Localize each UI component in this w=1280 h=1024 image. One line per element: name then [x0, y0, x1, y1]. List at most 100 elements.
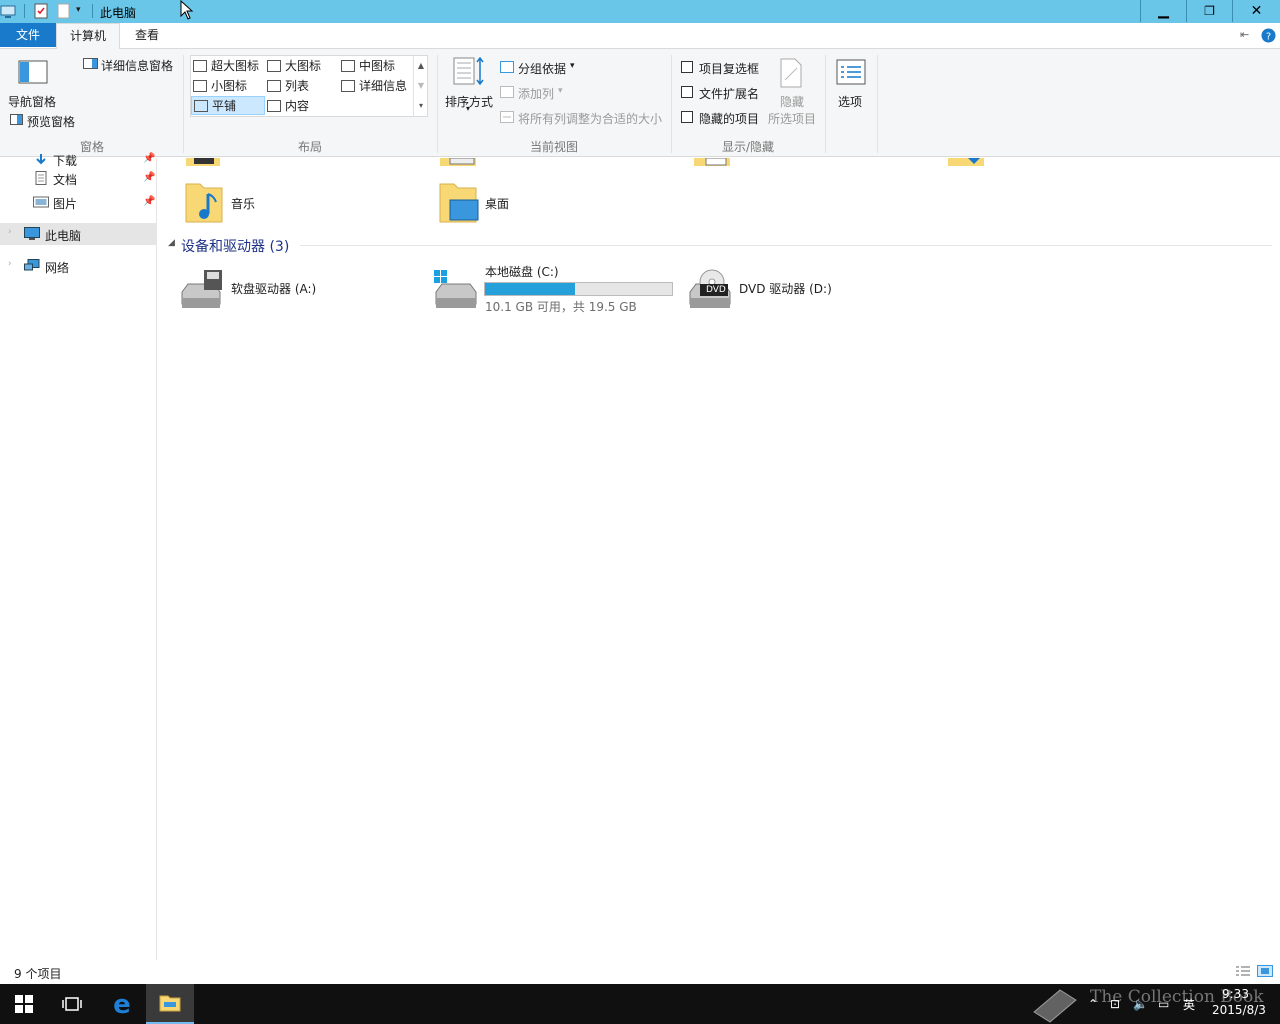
windows-logo-icon	[15, 995, 33, 1013]
ribbon-tabs: 文件 计算机 查看 ⇤ ?	[0, 23, 1280, 49]
layout-label: 详细信息	[359, 79, 408, 93]
computer-icon[interactable]	[0, 3, 16, 19]
start-button[interactable]	[0, 984, 48, 1024]
title-bar: ▾ 此电脑 ▁ ❐ ✕	[0, 0, 1280, 23]
properties-icon[interactable]	[33, 3, 49, 19]
floppy-drive-icon[interactable]	[178, 268, 224, 312]
hidden-items-label[interactable]: 隐藏的项目	[699, 110, 759, 127]
divider	[877, 55, 878, 153]
volume-icon[interactable]: 🔈	[1133, 984, 1148, 1024]
details-pane-icon	[83, 58, 98, 69]
task-view-button[interactable]	[48, 984, 96, 1024]
item-count: 9 个项目	[14, 967, 62, 981]
navigation-pane-button[interactable]: 导航窗格	[8, 93, 56, 110]
tab-file[interactable]: 文件	[0, 23, 56, 47]
scroll-up-icon[interactable]: ▲	[414, 56, 428, 76]
pictures-folder-icon[interactable]	[440, 158, 480, 168]
drive-usage-fill	[485, 283, 575, 295]
group-header-devices[interactable]: 设备和驱动器 (3)	[181, 236, 289, 256]
scroll-down-icon[interactable]: ▼	[414, 76, 428, 96]
layout-large-icons[interactable]: 大图标	[267, 56, 321, 75]
nav-item-network[interactable]: › 网络	[0, 255, 156, 277]
drive-label[interactable]: 本地磁盘 (C:)	[485, 263, 559, 280]
nav-item-this-pc[interactable]: › 此电脑	[0, 223, 156, 245]
pin-icon[interactable]: 📌	[143, 172, 155, 183]
window-title: 此电脑	[100, 6, 137, 20]
drive-label[interactable]: 软盘驱动器 (A:)	[231, 280, 316, 297]
hide-selected-button[interactable]: 隐藏	[780, 93, 804, 110]
pin-ribbon-icon[interactable]: ⇤	[1240, 28, 1249, 41]
layout-gallery: 超大图标 大图标 中图标 小图标 列表 详细信息 平铺 内容 ▲ ▼ ▾	[190, 55, 428, 117]
preview-pane-button[interactable]: 预览窗格	[27, 113, 75, 130]
expand-icon[interactable]: ›	[8, 227, 12, 237]
close-icon: ✕	[1250, 3, 1263, 19]
layout-content[interactable]: 内容	[267, 96, 309, 115]
documents-folder-icon[interactable]	[694, 158, 734, 168]
tab-view[interactable]: 查看	[121, 23, 173, 47]
hidden-items-checkbox[interactable]	[681, 111, 693, 123]
close-button[interactable]: ✕	[1233, 0, 1280, 22]
divider	[671, 55, 672, 153]
divider	[183, 55, 184, 153]
tab-computer[interactable]: 计算机	[56, 23, 120, 49]
item-checkboxes-label[interactable]: 项目复选框	[699, 60, 759, 77]
layout-list[interactable]: 列表	[267, 76, 309, 95]
minimize-button[interactable]: ▁	[1141, 0, 1186, 22]
file-extensions-checkbox[interactable]	[681, 86, 693, 98]
nav-item-documents[interactable]: 文档 📌	[0, 167, 156, 189]
clock-date[interactable]: 2015/8/3	[1212, 1003, 1266, 1017]
new-folder-icon[interactable]	[56, 3, 72, 19]
add-columns-button[interactable]: 添加列	[518, 85, 554, 102]
drive-free-space: 10.1 GB 可用，共 19.5 GB	[485, 300, 637, 314]
document-icon	[35, 171, 47, 185]
expand-icon[interactable]: ›	[8, 259, 12, 269]
local-disk-icon[interactable]	[432, 268, 480, 312]
videos-folder-icon[interactable]	[184, 158, 224, 168]
pin-icon[interactable]: 📌	[143, 153, 155, 164]
restore-button[interactable]: ❐	[1187, 0, 1232, 22]
layout-tiles[interactable]: 平铺	[191, 96, 265, 115]
help-icon[interactable]: ?	[1261, 28, 1276, 43]
file-extensions-label[interactable]: 文件扩展名	[699, 85, 759, 102]
group-label-layout: 布局	[297, 140, 322, 154]
size-columns-button[interactable]: 将所有列调整为合适的大小	[518, 110, 662, 127]
folder-label[interactable]: 桌面	[485, 195, 509, 212]
network-tray-icon[interactable]: ⊡	[1110, 984, 1120, 1024]
customize-qat-icon[interactable]: ▾	[76, 5, 81, 15]
gallery-more-icon[interactable]: ▾	[414, 96, 428, 116]
file-explorer-button[interactable]	[146, 984, 194, 1024]
options-button[interactable]: 选项	[838, 93, 862, 110]
divider	[92, 4, 93, 18]
drive-label[interactable]: DVD 驱动器 (D:)	[739, 280, 832, 297]
sort-by-icon	[453, 57, 484, 86]
ime-indicator[interactable]: 英	[1183, 984, 1195, 1024]
layout-medium-icons[interactable]: 中图标	[341, 56, 395, 75]
item-checkboxes-checkbox[interactable]	[681, 61, 693, 73]
layout-label: 列表	[285, 79, 310, 93]
divider	[300, 245, 1272, 246]
layout-label: 小图标	[211, 79, 248, 93]
collapse-group-icon[interactable]: ◢	[168, 238, 175, 248]
extra-large-icons-icon	[193, 59, 207, 72]
details-pane-button[interactable]: 详细信息窗格	[101, 57, 173, 74]
clock-time[interactable]: 9:33	[1222, 987, 1249, 1001]
layout-small-icons[interactable]: 小图标	[193, 76, 247, 95]
nav-item-pictures[interactable]: 图片 📌	[0, 191, 156, 213]
nav-item-label: 文档	[53, 173, 78, 187]
action-center-icon[interactable]: ▭	[1158, 984, 1169, 1024]
desktop-folder-icon[interactable]	[438, 180, 480, 224]
folder-label[interactable]: 音乐	[231, 195, 255, 212]
group-by-button[interactable]: 分组依据	[518, 60, 566, 77]
details-view-icon[interactable]	[1235, 965, 1251, 977]
downloads-folder-icon[interactable]	[948, 158, 988, 168]
hide-selected-label: 所选项目	[768, 112, 817, 126]
layout-extra-large-icons[interactable]: 超大图标	[193, 56, 259, 75]
task-view-icon	[62, 997, 82, 1011]
layout-gallery-scroll[interactable]: ▲ ▼ ▾	[413, 56, 428, 116]
music-folder-icon[interactable]	[184, 180, 224, 224]
pin-icon[interactable]: 📌	[143, 196, 155, 207]
layout-details[interactable]: 详细信息	[341, 76, 407, 95]
large-icons-view-icon[interactable]	[1257, 965, 1273, 977]
show-hidden-icons-icon[interactable]: ⌃	[1088, 984, 1098, 1024]
edge-button[interactable]: e	[98, 984, 146, 1024]
